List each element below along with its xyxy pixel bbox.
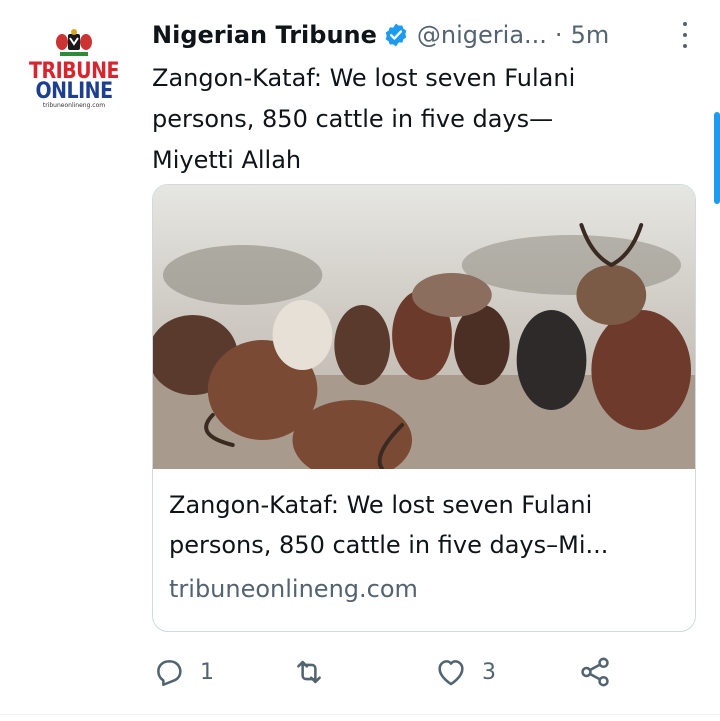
heart-icon [438,660,464,686]
tweet-actions: 1 3 [152,652,622,692]
share-button[interactable] [578,652,612,692]
link-card-body: Zangon-Kataf: We lost seven Fulani perso… [169,485,679,607]
cattle-herd-photo [153,185,695,469]
link-card[interactable]: Zangon-Kataf: We lost seven Fulani perso… [152,184,696,632]
link-card-title: Zangon-Kataf: We lost seven Fulani perso… [169,491,609,559]
tweet-header: Nigerian Tribune @nigeria... · 5m [152,18,700,52]
more-options-icon[interactable] [680,22,690,48]
verified-badge-icon [385,23,407,47]
author-name[interactable]: Nigerian Tribune [152,21,377,49]
link-card-domain: tribuneonlineng.com [169,575,418,603]
divider [0,714,720,715]
coat-of-arms-icon [56,29,92,56]
like-button[interactable]: 3 [434,652,496,692]
tweet-timestamp[interactable]: 5m [571,21,610,49]
author-handle[interactable]: @nigeria... [417,21,547,49]
share-icon [581,657,609,687]
retweet-icon [297,660,321,684]
header-separator: · [554,21,563,49]
reply-icon [157,660,182,687]
tweet-text: Zangon-Kataf: We lost seven Fulani perso… [152,64,576,174]
like-count: 3 [482,659,496,685]
retweet-button[interactable] [292,652,340,692]
scrollbar[interactable] [714,112,720,204]
reply-count: 1 [200,659,214,685]
avatar-logo-bottom: ONLINE [35,78,113,104]
author-avatar[interactable]: TRIBUNE ONLINE tribuneonlineng.com [16,28,132,128]
reply-button[interactable]: 1 [152,652,214,692]
